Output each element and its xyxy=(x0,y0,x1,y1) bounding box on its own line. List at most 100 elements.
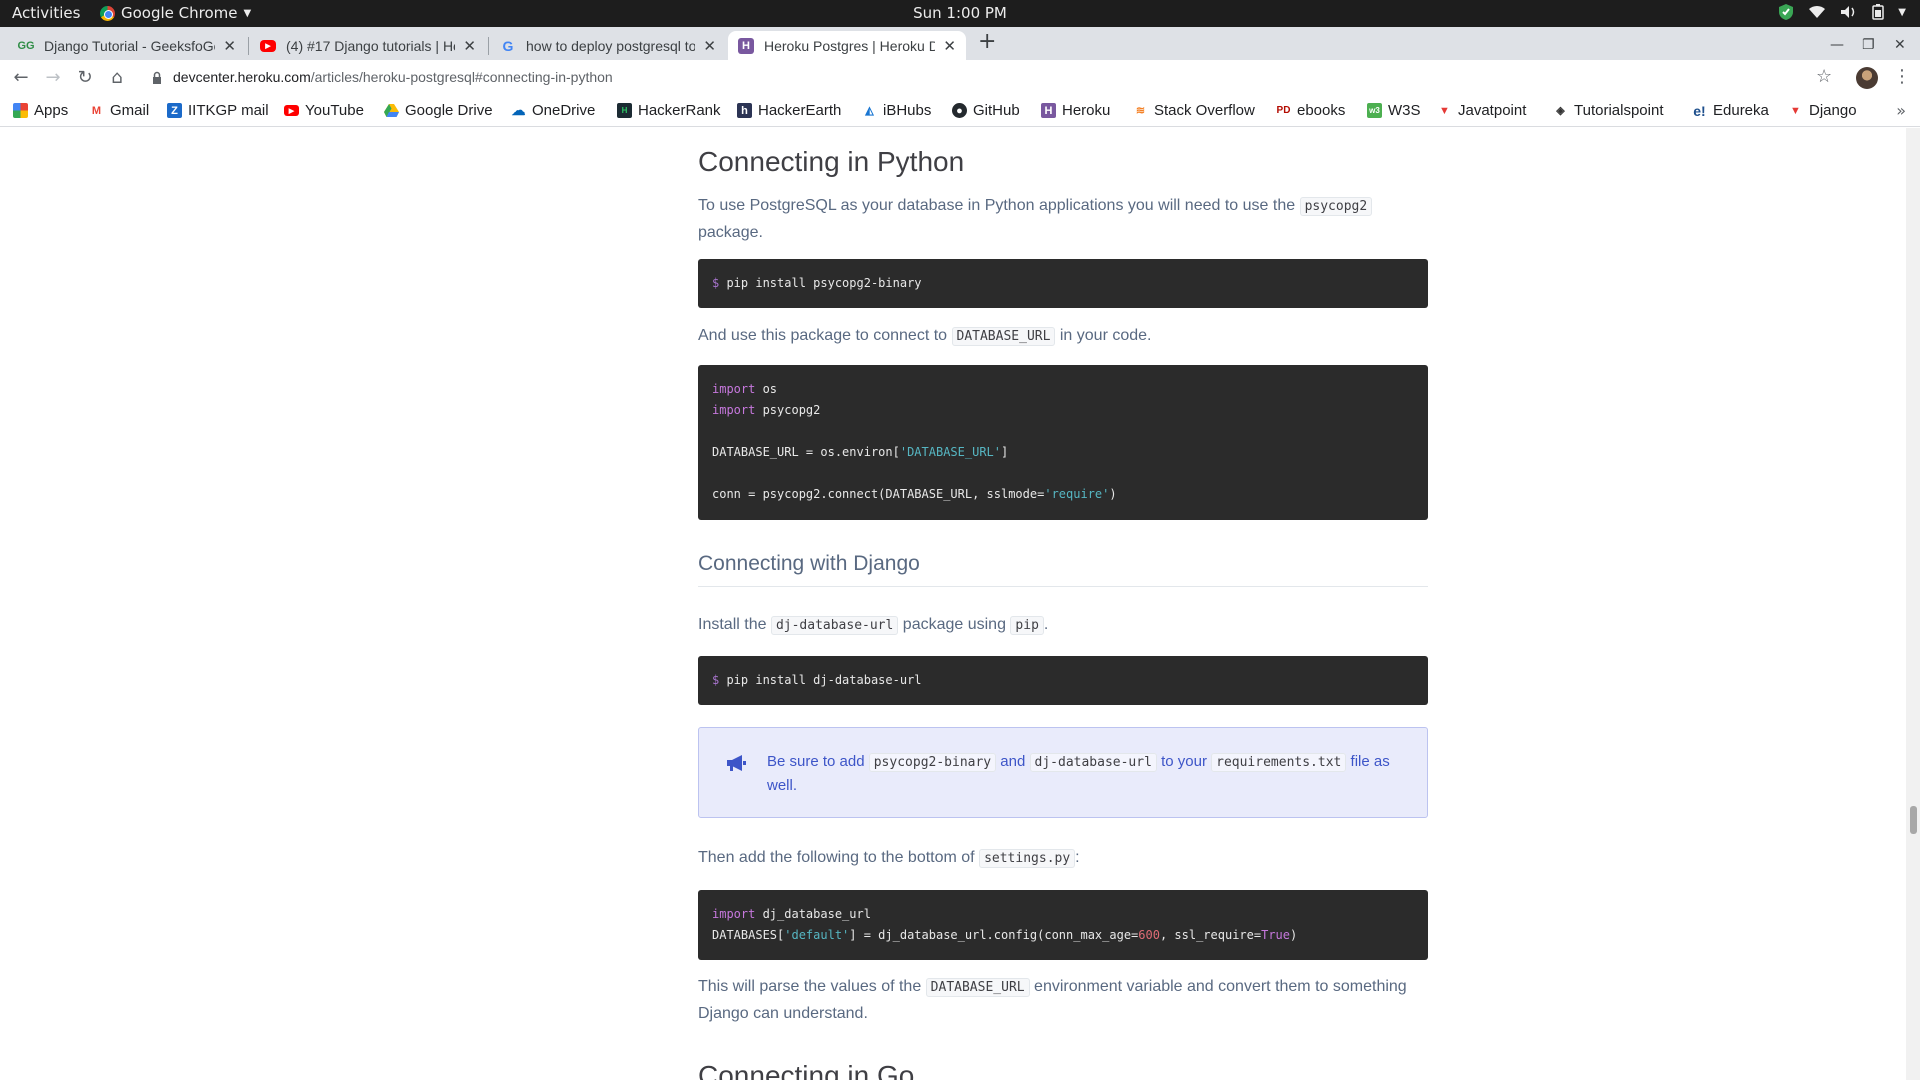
inline-code: dj-database-url xyxy=(770,616,899,635)
tab-title: (4) #17 Django tutorials | Heroku xyxy=(286,37,455,54)
bookmark-apps[interactable]: Apps xyxy=(13,102,68,119)
code-text: ] = dj_database_url.config(conn_max_age= xyxy=(849,928,1139,942)
tab-separator xyxy=(488,37,489,55)
scrollbar[interactable] xyxy=(1906,128,1920,1080)
bookmark-stack-overflow[interactable]: ≋ Stack Overflow xyxy=(1133,102,1255,119)
lock-icon[interactable] xyxy=(152,69,162,88)
close-icon[interactable]: ✕ xyxy=(463,37,476,55)
menu-kebab-icon[interactable]: ⋮ xyxy=(1893,66,1911,87)
tab-youtube[interactable]: ▶ (4) #17 Django tutorials | Heroku ✕ xyxy=(250,31,486,60)
bookmark-javatpoint[interactable]: ▼ Javatpoint xyxy=(1437,102,1526,119)
bookmark-hackerrank[interactable]: H HackerRank xyxy=(617,102,721,119)
bookmark-youtube[interactable]: ▶ YouTube xyxy=(284,102,364,119)
reload-icon[interactable]: ↻ xyxy=(73,66,97,90)
chrome-icon xyxy=(100,5,115,21)
w3schools-icon: w3 xyxy=(1367,103,1382,118)
code-block-python-connect[interactable]: import os import psycopg2 DATABASE_URL =… xyxy=(698,365,1428,520)
bookmark-w3s[interactable]: w3 W3S xyxy=(1367,102,1421,119)
hackerearth-icon: h xyxy=(737,103,752,118)
code-text: dj_database_url xyxy=(755,907,871,921)
tab-title: Heroku Postgres | Heroku Dev Center xyxy=(764,37,936,54)
bookmark-label: iBHubs xyxy=(883,102,932,119)
bookmark-tutorialspoint[interactable]: ◈ Tutorialspoint xyxy=(1553,102,1664,119)
bookmark-label: HackerEarth xyxy=(758,102,842,119)
chevron-double-right-icon[interactable]: » xyxy=(1896,101,1906,120)
tab-google-search[interactable]: G how to deploy postgresql to heroku ✕ xyxy=(490,31,726,60)
bookmark-ibhubs[interactable]: ◭ iBHubs xyxy=(862,102,931,119)
close-icon[interactable]: ✕ xyxy=(703,37,716,55)
code-keyword: import xyxy=(712,907,756,921)
text: This will parse the values of the xyxy=(698,978,926,995)
bookmark-google-drive[interactable]: Google Drive xyxy=(384,102,493,119)
text: . xyxy=(1043,616,1049,633)
apps-grid-icon xyxy=(13,103,28,118)
bookmark-github[interactable]: ● GitHub xyxy=(952,102,1020,119)
gmail-icon: M xyxy=(91,104,102,117)
code-block-pip-psycopg2[interactable]: $ pip install psycopg2-binary xyxy=(698,259,1428,308)
code-text: DATABASE_URL = os.environ[ xyxy=(712,445,900,459)
clock[interactable]: Sun 1:00 PM xyxy=(0,4,1920,22)
code-keyword: import xyxy=(712,403,756,417)
bookmark-gmail[interactable]: M Gmail xyxy=(89,102,149,119)
url-path: /articles/heroku-postgresql#connecting-i… xyxy=(310,69,613,85)
google-icon: G xyxy=(502,37,514,54)
inline-code: requirements.txt xyxy=(1211,753,1347,772)
code-string: 'default' xyxy=(784,928,850,942)
code-block-django-settings[interactable]: import dj_database_url DATABASES['defaul… xyxy=(698,890,1428,960)
bookmark-hackerearth[interactable]: h HackerEarth xyxy=(737,102,841,119)
bookmark-label: W3S xyxy=(1388,102,1421,119)
wifi-icon xyxy=(1809,5,1826,18)
edureka-icon: e! xyxy=(1693,102,1706,119)
system-tray[interactable]: ▼ xyxy=(1778,3,1906,21)
maximize-button[interactable]: ❐ xyxy=(1862,37,1875,53)
inline-code: DATABASE_URL xyxy=(951,327,1056,346)
minimize-button[interactable]: — xyxy=(1830,37,1844,53)
heroku-icon: H xyxy=(738,37,754,54)
inline-code: psycopg2-binary xyxy=(868,753,997,772)
shield-icon xyxy=(1779,4,1794,20)
bookmark-django[interactable]: ▼ Django xyxy=(1788,102,1857,119)
address-bar[interactable]: devcenter.heroku.com/articles/heroku-pos… xyxy=(173,69,613,85)
app-menu-label: Google Chrome xyxy=(121,4,238,22)
youtube-icon: ▶ xyxy=(284,105,299,116)
tab-django-tutorial[interactable]: GG Django Tutorial - GeeksfoGeeks ✕ xyxy=(8,31,246,60)
app-menu[interactable]: Google Chrome ▼ xyxy=(100,4,251,22)
github-icon: ● xyxy=(952,103,967,118)
bookmark-label: Tutorialspoint xyxy=(1574,102,1664,119)
code-block-pip-dj-database-url[interactable]: $ pip install dj-database-url xyxy=(698,656,1428,705)
paragraph-parse-values: This will parse the values of the DATABA… xyxy=(698,974,1428,1027)
window-close-button[interactable]: ✕ xyxy=(1894,37,1906,53)
scrollbar-thumb[interactable] xyxy=(1910,806,1917,834)
tab-title: how to deploy postgresql to heroku xyxy=(526,37,696,54)
bookmark-onedrive[interactable]: ☁ OneDrive xyxy=(511,102,596,119)
back-icon[interactable]: ← xyxy=(9,66,33,90)
home-icon[interactable]: ⌂ xyxy=(105,66,129,90)
bookmark-heroku[interactable]: H Heroku xyxy=(1041,102,1110,119)
chevron-down-icon: ▼ xyxy=(243,7,252,19)
new-tab-button[interactable]: + xyxy=(978,31,996,53)
activities-button[interactable]: Activities xyxy=(12,4,80,22)
forward-icon[interactable]: → xyxy=(41,66,65,90)
bookmark-edureka[interactable]: e! Edureka xyxy=(1692,102,1769,119)
text: : xyxy=(1075,849,1080,866)
heading-connecting-in-python: Connecting in Python xyxy=(698,146,965,177)
code-text: , ssl_require= xyxy=(1159,928,1262,942)
close-icon[interactable]: ✕ xyxy=(223,37,236,55)
bookmark-iitkgp-mail[interactable]: Z IITKGP mail xyxy=(167,102,269,119)
text: Install the xyxy=(698,616,771,633)
bookmark-star-icon[interactable]: ☆ xyxy=(1816,66,1832,87)
chevron-down-icon: ▼ xyxy=(1898,6,1906,18)
bookmark-label: HackerRank xyxy=(638,102,721,119)
geeksforgeeks-icon: GG xyxy=(17,39,35,52)
tab-strip: GG Django Tutorial - GeeksfoGeeks ✕ ▶ (4… xyxy=(0,27,1920,60)
code-keyword: True xyxy=(1261,928,1291,942)
paragraph-psycopg2-intro: To use PostgreSQL as your database in Py… xyxy=(698,193,1428,246)
text: And use this package to connect to xyxy=(698,327,952,344)
bookmark-ebooks[interactable]: PD ebooks xyxy=(1276,102,1346,119)
heading-connecting-with-django: Connecting with Django xyxy=(698,552,920,575)
close-icon[interactable]: ✕ xyxy=(943,37,956,55)
avatar[interactable] xyxy=(1856,67,1878,89)
tab-heroku-postgres[interactable]: H Heroku Postgres | Heroku Dev Center ✕ xyxy=(728,31,966,60)
zimbra-icon: Z xyxy=(167,103,182,118)
code-text: ) xyxy=(1290,928,1298,942)
